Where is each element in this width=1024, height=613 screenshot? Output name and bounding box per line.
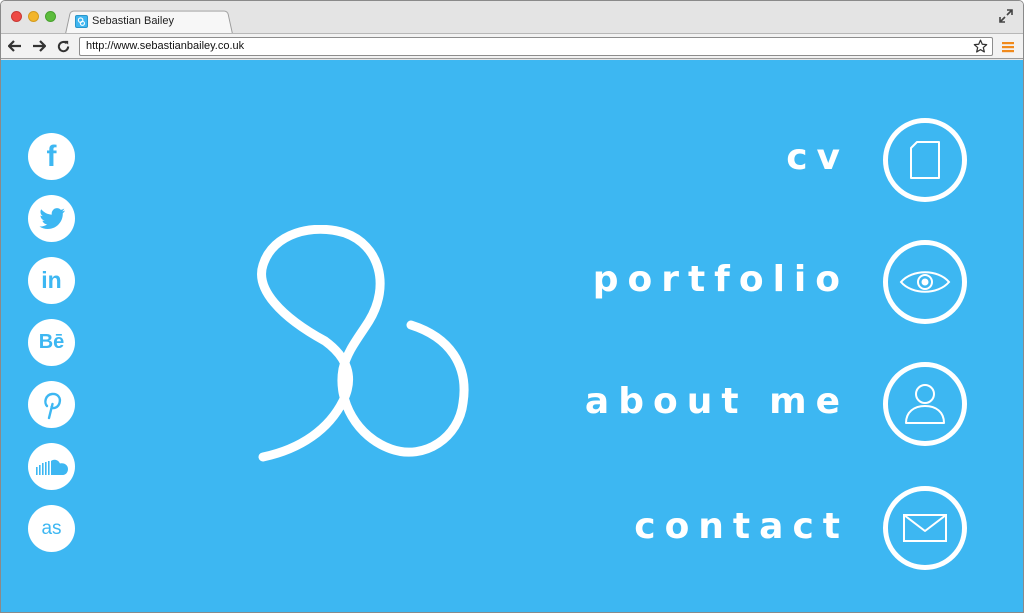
soundcloud-icon xyxy=(35,459,68,475)
forward-arrow-icon[interactable] xyxy=(31,38,47,54)
browser-window: Sebastian Bailey http://www.sebastianbai… xyxy=(0,0,1024,613)
lastfm-icon: as xyxy=(41,517,62,539)
reload-icon[interactable] xyxy=(55,38,71,54)
bookmark-star-icon[interactable] xyxy=(973,39,988,54)
sb-logo xyxy=(257,225,469,462)
tab-strip: Sebastian Bailey xyxy=(1,1,1023,34)
behance-link[interactable]: Bē xyxy=(28,319,75,366)
lastfm-link[interactable]: as xyxy=(28,505,75,552)
nav-cv-label[interactable]: cv xyxy=(786,140,849,176)
nav-cv-button[interactable] xyxy=(883,118,967,202)
nav-contact-label[interactable]: contact xyxy=(634,509,849,545)
minimize-window-button[interactable] xyxy=(28,11,39,22)
fullscreen-icon[interactable] xyxy=(999,9,1013,23)
linkedin-link[interactable]: in xyxy=(28,257,75,304)
twitter-link[interactable] xyxy=(28,195,75,242)
facebook-icon: f xyxy=(46,139,57,173)
maximize-window-button[interactable] xyxy=(45,11,56,22)
nav-about-button[interactable] xyxy=(883,362,967,446)
back-arrow-icon[interactable] xyxy=(7,38,23,54)
tab-title: Sebastian Bailey xyxy=(92,15,174,27)
nav-portfolio-button[interactable] xyxy=(883,240,967,324)
pinterest-icon xyxy=(43,392,61,419)
browser-tab-content[interactable]: Sebastian Bailey xyxy=(75,12,174,30)
browser-menu-icon[interactable] xyxy=(1002,40,1014,53)
soundcloud-link[interactable] xyxy=(28,443,75,490)
url-text: http://www.sebastianbailey.co.uk xyxy=(86,40,245,52)
envelope-icon xyxy=(903,514,947,542)
favicon-icon xyxy=(75,14,88,28)
page-content: f in Bē as cv portfolio about me contact xyxy=(1,60,1023,612)
nav-portfolio-label[interactable]: portfolio xyxy=(593,262,849,298)
pinterest-link[interactable] xyxy=(28,381,75,428)
user-icon xyxy=(905,384,945,424)
nav-about-label[interactable]: about me xyxy=(585,384,849,420)
document-icon xyxy=(910,141,940,179)
behance-icon: Bē xyxy=(38,331,65,353)
address-bar[interactable]: http://www.sebastianbailey.co.uk xyxy=(79,37,993,56)
facebook-link[interactable]: f xyxy=(28,133,75,180)
close-window-button[interactable] xyxy=(11,11,22,22)
twitter-icon xyxy=(39,207,65,229)
browser-toolbar: http://www.sebastianbailey.co.uk xyxy=(1,33,1023,59)
eye-icon xyxy=(899,271,951,293)
nav-contact-button[interactable] xyxy=(883,486,967,570)
linkedin-icon: in xyxy=(41,267,62,293)
